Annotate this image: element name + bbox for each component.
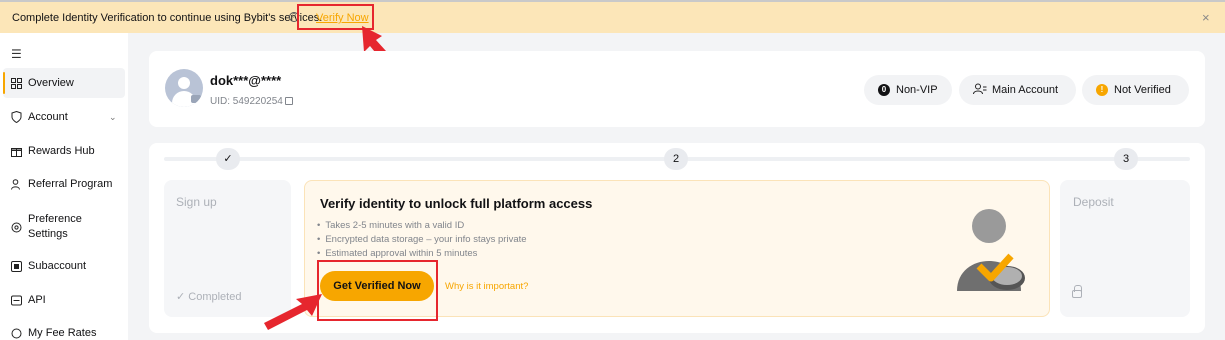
sidebar-item-label: Overview	[28, 76, 74, 89]
sidebar-item-rewards-hub[interactable]: Rewards Hub	[3, 136, 125, 166]
deposit-title: Deposit	[1073, 195, 1114, 209]
sidebar-item-overview[interactable]: Overview	[3, 68, 125, 98]
sidebar-item-label: Subaccount	[28, 259, 87, 272]
step-2-indicator: 2	[664, 148, 688, 170]
username: dok***@****	[210, 73, 282, 88]
sidebar-item-preference-settings[interactable]: Preference Settings	[3, 209, 125, 245]
shield-icon	[11, 111, 22, 123]
verify-heading: Verify identity to unlock full platform …	[320, 196, 593, 211]
uid-value: UID: 549220254	[210, 96, 283, 107]
fee-icon	[11, 328, 22, 339]
step-1-check-icon: ✓	[216, 148, 240, 170]
sidebar-item-account[interactable]: Account ⌄	[3, 102, 125, 132]
sidebar-item-label: Rewards Hub	[28, 144, 95, 157]
sidebar-item-api[interactable]: API	[3, 285, 125, 315]
sidebar-item-label: My Fee Rates	[28, 326, 97, 339]
list-item: Encrypted data storage – your info stays…	[317, 233, 526, 247]
verify-benefits-list: Takes 2-5 minutes with a valid ID Encryp…	[317, 219, 527, 261]
signup-status: ✓ Completed	[176, 291, 242, 303]
chevron-down-icon[interactable]: ⌄	[109, 112, 117, 123]
step-3-indicator: 3	[1114, 148, 1138, 170]
sidebar-item-label: API	[28, 293, 46, 306]
sidebar-item-referral-program[interactable]: Referral Program	[3, 169, 125, 199]
deposit-step-card: Deposit	[1060, 180, 1190, 317]
red-arrow-icon	[264, 294, 322, 330]
subaccount-icon	[11, 260, 22, 272]
sidebar-item-fee-rates[interactable]: My Fee Rates	[3, 318, 125, 340]
uid-text: UID: 549220254	[210, 96, 293, 107]
verification-label: Not Verified	[1114, 84, 1171, 96]
vip-label: Non-VIP	[896, 84, 938, 96]
account-switch-badge[interactable]: Main Account	[959, 75, 1076, 105]
account-label: Main Account	[992, 84, 1059, 96]
avatar[interactable]	[165, 69, 203, 107]
api-icon	[11, 295, 22, 306]
camera-icon	[191, 95, 201, 103]
lock-icon	[1072, 285, 1082, 298]
collapse-menu-icon[interactable]: ☰	[11, 47, 22, 61]
verification-status-badge[interactable]: ! Not Verified	[1082, 75, 1189, 105]
verified-user-illustration-icon	[957, 209, 1025, 291]
sidebar: ☰ Overview Account ⌄ Rewards Hub Referra…	[0, 33, 128, 340]
settings-icon	[11, 222, 22, 233]
signup-title: Sign up	[176, 195, 217, 209]
copy-icon[interactable]	[284, 97, 293, 105]
profile-card: dok***@**** UID: 549220254 0 Non-VIP Mai…	[149, 51, 1205, 127]
get-verified-highlight-box	[317, 260, 438, 321]
grid-icon	[11, 77, 22, 89]
sidebar-item-label: Preference Settings	[28, 213, 82, 240]
sidebar-item-subaccount[interactable]: Subaccount	[3, 251, 125, 281]
user-plus-icon	[11, 178, 22, 190]
list-item: Takes 2-5 minutes with a valid ID	[317, 219, 527, 233]
sidebar-item-label: Referral Program	[28, 177, 113, 190]
vip-badge[interactable]: 0 Non-VIP	[864, 75, 952, 105]
close-icon[interactable]: ×	[1202, 10, 1210, 25]
vip-level-icon: 0	[878, 84, 890, 96]
warning-icon: !	[1096, 84, 1108, 96]
why-important-link[interactable]: Why is it important?	[445, 281, 528, 292]
gift-icon	[11, 146, 22, 157]
list-item: Estimated approval within 5 minutes	[317, 247, 527, 261]
verify-now-link[interactable]: Verify Now	[316, 12, 369, 24]
verification-banner: Complete Identity Verification to contin…	[0, 0, 1225, 33]
sidebar-item-label: Account	[28, 110, 68, 123]
switch-account-icon	[973, 83, 987, 98]
banner-message: Complete Identity Verification to contin…	[12, 12, 323, 24]
